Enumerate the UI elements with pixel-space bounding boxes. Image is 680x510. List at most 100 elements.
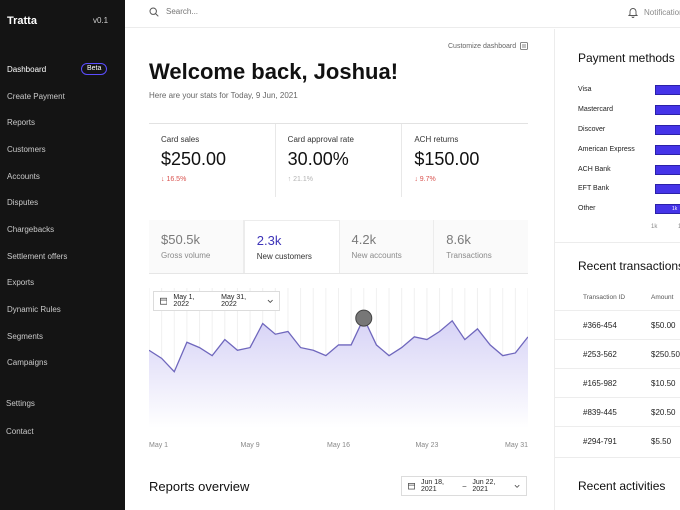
tab-new-accounts[interactable]: 4.2k New accounts — [340, 220, 435, 273]
sidebar-item-label: Contact — [6, 426, 34, 436]
chevron-down-icon — [514, 484, 520, 488]
table-row[interactable]: #253-562 $250.50 — [555, 339, 680, 368]
sidebar-item-reports[interactable]: Reports — [0, 109, 125, 136]
chart-point[interactable] — [224, 338, 226, 340]
range-separator: – — [462, 482, 467, 490]
tab-gross-volume[interactable]: $50.5k Gross volume — [149, 220, 244, 273]
chart-point[interactable] — [350, 344, 352, 346]
sidebar-item-label: Chargebacks — [7, 224, 55, 234]
chart-point[interactable] — [400, 346, 402, 348]
metric-tabs: $50.5k Gross volume 2.3k New customers 4… — [149, 220, 528, 274]
chart-point[interactable] — [160, 357, 162, 359]
sidebar-item-settings[interactable]: Settings — [0, 390, 125, 418]
tab-transactions[interactable]: 8.6k Transactions — [434, 220, 528, 273]
chart-point[interactable] — [514, 352, 516, 354]
chart-point[interactable] — [464, 338, 466, 340]
payment-method-label: Mastercard — [578, 106, 614, 113]
tab-new-customers[interactable]: 2.3k New customers — [243, 220, 340, 273]
page-subtitle: Here are your stats for Today, 9 Jun, 20… — [149, 91, 298, 100]
payment-method-label: American Express — [578, 146, 635, 153]
x-tick-label: May 9 — [241, 442, 260, 449]
table-row[interactable]: #165-982 $10.50 — [555, 368, 680, 397]
chart-point[interactable] — [426, 338, 428, 340]
brand-logo[interactable]: Tratta — [7, 15, 37, 27]
table-row[interactable]: #294-791 $5.50 — [555, 426, 680, 455]
customize-dashboard-button[interactable]: Customize dashboard — [448, 42, 528, 50]
stats-row: Card sales $250.00 ↓ 16.5% Card approval… — [149, 123, 528, 197]
chart-point[interactable] — [173, 371, 175, 373]
sidebar-item-campaigns[interactable]: Campaigns — [0, 350, 125, 377]
sidebar-item-dynamic-rules[interactable]: Dynamic Rules — [0, 296, 125, 323]
sidebar-item-segments[interactable]: Segments — [0, 323, 125, 350]
chart-point[interactable] — [375, 344, 377, 346]
x-tick-label: May 23 — [415, 442, 438, 449]
sidebar-item-disputes[interactable]: Disputes — [0, 189, 125, 216]
chart-point[interactable] — [198, 346, 200, 348]
chart-point[interactable] — [476, 328, 478, 330]
payment-method-bar[interactable] — [655, 145, 680, 155]
tab-value: 2.3k — [256, 233, 282, 248]
sidebar-item-label: Campaigns — [7, 358, 48, 368]
payment-method-bar[interactable] — [655, 184, 680, 194]
payment-method-bar[interactable] — [655, 85, 680, 95]
reports-date-range-picker[interactable]: Jun 18, 2021 – Jun 22, 2021 — [401, 476, 527, 496]
sidebar-item-customers[interactable]: Customers — [0, 136, 125, 163]
search-icon — [149, 7, 159, 17]
chart-point[interactable] — [489, 344, 491, 346]
chart-point[interactable] — [337, 344, 339, 346]
tab-value: 4.2k — [351, 232, 377, 247]
payment-method-bar[interactable] — [655, 125, 680, 135]
sidebar-item-create-payment[interactable]: Create Payment — [0, 83, 125, 110]
page-title: Welcome back, Joshua! — [149, 59, 399, 84]
chart-point[interactable] — [287, 330, 289, 332]
transaction-amount: $5.50 — [651, 437, 672, 446]
chart-point[interactable] — [451, 320, 453, 322]
payment-methods-title: Payment methods — [578, 51, 675, 65]
chart-highlight-point[interactable] — [355, 309, 373, 327]
sidebar-item-label: Exports — [7, 278, 35, 288]
search-input[interactable] — [166, 7, 286, 16]
chart-point[interactable] — [211, 354, 213, 356]
main-content: Customize dashboard Welcome back, Joshua… — [125, 29, 553, 510]
divider — [555, 457, 680, 458]
stat-value: $150.00 — [414, 149, 480, 169]
chart-point[interactable] — [249, 346, 251, 348]
sidebar-item-exports[interactable]: Exports — [0, 270, 125, 297]
chart-point[interactable] — [236, 349, 238, 351]
transaction-amount: $250.50 — [651, 350, 680, 359]
chart-point[interactable] — [262, 322, 264, 324]
sidebar-item-contact[interactable]: Contact — [0, 418, 125, 446]
table-row[interactable]: #366-454 $50.00 — [555, 310, 680, 339]
sidebar-item-chargebacks[interactable]: Chargebacks — [0, 216, 125, 243]
stat-card-approval-rate: Card approval rate 30.00% ↑ 21.1% — [276, 124, 403, 197]
sidebar-item-settlement-offers[interactable]: Settlement offers — [0, 243, 125, 270]
chart-point[interactable] — [274, 333, 276, 335]
sidebar: Tratta v0.1 Dashboard Beta Create Paymen… — [0, 0, 125, 510]
tab-label: Gross volume — [161, 251, 211, 260]
notifications-link[interactable]: Notifications — [644, 8, 680, 17]
chart-point[interactable] — [186, 341, 188, 343]
sidebar-item-label: Customers — [7, 144, 46, 154]
sidebar-item-dashboard[interactable]: Dashboard Beta — [0, 56, 125, 83]
transaction-id: #839-445 — [583, 408, 617, 417]
chart-point[interactable] — [413, 336, 415, 338]
column-header-amount: Amount — [651, 294, 674, 301]
chart-point[interactable] — [502, 354, 504, 356]
transaction-amount: $20.50 — [651, 408, 676, 417]
chart-point[interactable] — [325, 354, 327, 356]
chart-point[interactable] — [388, 354, 390, 356]
transaction-id: #165-982 — [583, 379, 617, 388]
date-range-picker[interactable]: May 1, 2022 May 31, 2022 — [153, 291, 280, 311]
table-row[interactable]: #839-445 $20.50 — [555, 397, 680, 426]
chart-point[interactable] — [312, 349, 314, 351]
payment-method-label: Other — [578, 205, 596, 212]
payment-method-bar[interactable]: 1k — [655, 204, 680, 214]
sidebar-item-accounts[interactable]: Accounts — [0, 163, 125, 190]
chart-point[interactable] — [438, 330, 440, 332]
payment-method-bar[interactable] — [655, 105, 680, 115]
chart-point[interactable] — [299, 346, 301, 348]
payment-method-bar[interactable] — [655, 165, 680, 175]
stat-card-sales: Card sales $250.00 ↓ 16.5% — [149, 124, 276, 197]
bell-icon[interactable] — [628, 7, 638, 18]
stat-change: ↓ 9.7% — [414, 176, 436, 183]
